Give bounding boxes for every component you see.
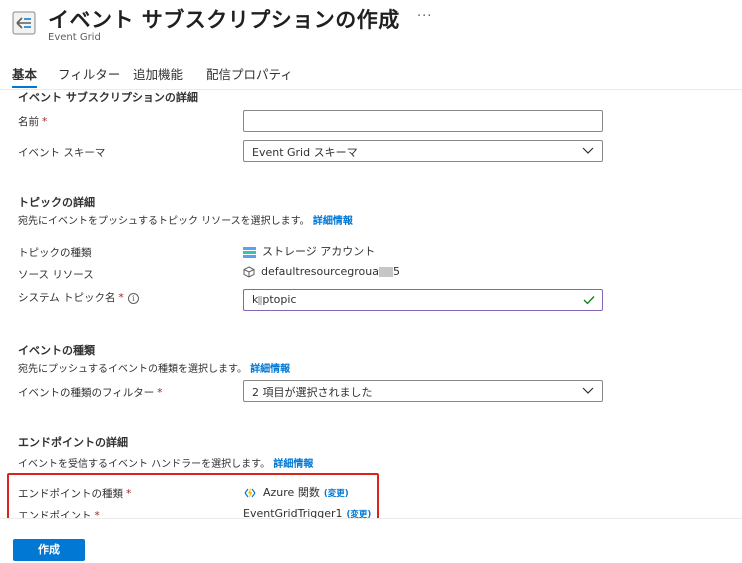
checkmark-icon [583,296,595,305]
tab-basic[interactable]: 基本 [12,64,38,88]
page-header: イベント サブスクリプションの作成 Event Grid ··· [0,0,742,48]
event-type-filter-dropdown[interactable]: 2 項目が選択されました [243,380,603,402]
subscription-details-title: イベント サブスクリプションの詳細 [18,91,198,104]
event-schema-label: イベント スキーマ [18,147,106,159]
topic-type-value: ストレージ アカウント [243,243,375,259]
event-types-learn-more-link[interactable]: 詳細情報 [250,364,290,375]
topic-details-title: トピックの詳細 [18,196,95,209]
tab-additional-features[interactable]: 追加機能 [133,64,183,88]
event-types-title: イベントの種類 [18,344,95,357]
source-resource-label: ソース リソース [18,269,94,281]
endpoint-details-title: エンドポイントの詳細 [18,436,128,449]
redacted-block [379,267,393,277]
topic-type-label: トピックの種類 [18,247,92,259]
chevron-down-icon [582,387,594,394]
page-title: イベント サブスクリプションの作成 [48,8,400,32]
event-type-filter-label: イベントの種類のフィルター * [18,387,163,399]
highlight-annotation [7,473,379,518]
cube-icon [243,266,255,278]
footer-bar: 作成 [0,518,742,563]
event-schema-value: Event Grid スキーマ [252,146,358,159]
tab-filters[interactable]: フィルター [58,64,120,88]
event-schema-dropdown[interactable]: Event Grid スキーマ [243,140,603,162]
name-label: 名前 * [18,116,48,128]
tab-delivery-properties[interactable]: 配信プロパティ [206,64,293,88]
info-icon[interactable]: i [127,292,139,304]
create-button[interactable]: 作成 [13,539,85,561]
topic-learn-more-link[interactable]: 詳細情報 [313,216,353,227]
event-grid-icon [12,11,36,35]
system-topic-input[interactable]: k ptopic [243,289,603,311]
event-types-description: 宛先にプッシュするイベントの種類を選択します。 詳細情報 [18,364,291,375]
name-input[interactable] [243,110,603,132]
storage-account-icon [243,246,256,258]
more-options-button[interactable]: ··· [417,9,432,24]
source-resource-value: defaultresourcegroua 5 [243,265,400,278]
topic-details-description: 宛先にイベントをプッシュするトピック リソースを選択します。 詳細情報 [18,216,353,227]
form-content: イベント サブスクリプションの詳細 名前 * イベント スキーマ Event Gr… [0,90,742,518]
page-subtitle: Event Grid [48,32,101,43]
system-topic-label: システム トピック名 * i [18,290,139,305]
endpoint-learn-more-link[interactable]: 詳細情報 [273,459,313,470]
endpoint-details-description: イベントを受信するイベント ハンドラーを選択します。 詳細情報 [18,459,314,470]
event-type-filter-value: 2 項目が選択されました [252,386,373,399]
chevron-down-icon [582,147,594,154]
tab-bar: 基本 フィルター 追加機能 配信プロパティ [0,58,742,90]
